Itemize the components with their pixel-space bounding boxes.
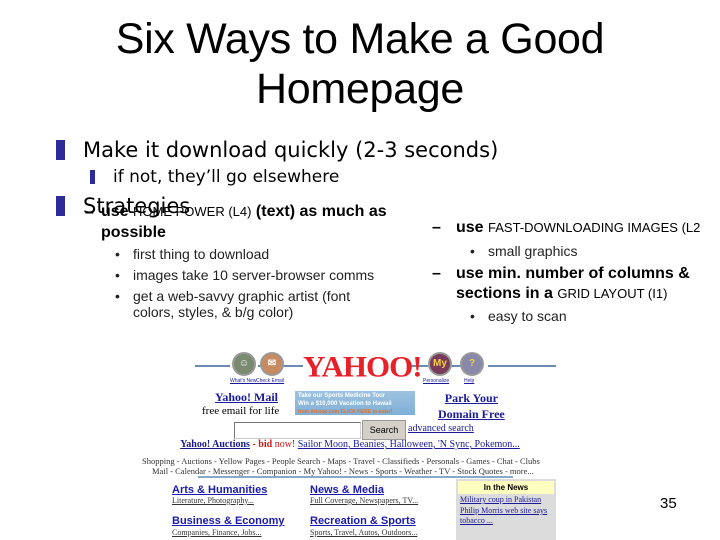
in-the-news-panel: In the News Military coup in Pakistan Ph…: [456, 479, 556, 540]
nav-row-2[interactable]: Mail - Calendar - Messenger - Companion …: [152, 466, 560, 476]
category-recreation-sports[interactable]: Recreation & Sports: [310, 515, 416, 527]
now-text: now!: [272, 439, 296, 450]
left-item-suffix: (text) as much as: [251, 203, 387, 220]
check-email-link[interactable]: Check Email: [256, 378, 284, 384]
dash-marker: –: [85, 204, 94, 221]
whats-new-link[interactable]: What's New: [230, 378, 257, 384]
help-icon[interactable]: ?: [460, 352, 484, 376]
park-domain-link[interactable]: Park Your Domain Free: [438, 390, 505, 422]
dot-marker: •: [470, 308, 475, 324]
dot-marker: •: [115, 267, 120, 283]
dot-marker: •: [115, 288, 120, 304]
sub-bullet-icon: [90, 170, 95, 184]
left-item-caps: HOME POWER (L4): [133, 204, 252, 219]
left-item-line2: possible: [101, 224, 166, 241]
category-recreation-sub[interactable]: Sports, Travel, Autos, Outdoors...: [310, 528, 417, 537]
nav-row-1[interactable]: Shopping - Auctions - Yellow Pages - Peo…: [142, 456, 560, 466]
yahoo-logo[interactable]: YAHOO!: [303, 350, 423, 384]
left-item-home-power: use HOME POWER (L4) (text) as much as: [101, 202, 387, 222]
banner-line-1: Take our Sports Medicine Tour: [298, 393, 386, 399]
bullet-square-icon: [56, 140, 65, 160]
right-item2-bold: sections in a: [456, 285, 558, 302]
auction-topics-links[interactable]: Sailor Moon, Beanies, Halloween, 'N Sync…: [298, 439, 520, 450]
park-line-2: Domain Free: [438, 407, 505, 421]
category-arts-humanities[interactable]: Arts & Humanities: [172, 484, 267, 496]
yahoo-homepage-screenshot: ☺ ✉ My ? What's New Check Email Personal…: [140, 345, 560, 540]
right-sub-text: small graphics: [488, 243, 578, 259]
banner-line-2: Win a $10,000 Vacation to Hawaii: [298, 401, 392, 407]
title-line-2: Homepage: [256, 65, 464, 113]
category-arts-sub[interactable]: Literature, Photography...: [172, 496, 254, 505]
category-business-sub[interactable]: Companies, Finance, Jobs...: [172, 528, 262, 537]
decor-line: [488, 365, 556, 367]
page-number: 35: [660, 495, 677, 512]
yahoo-mail-tagline: free email for life: [202, 405, 280, 417]
yahoo-mail-link[interactable]: Yahoo! Mail: [215, 390, 278, 405]
bullet-square-icon: [56, 196, 65, 216]
right-item2-caps: GRID LAYOUT (I1): [557, 286, 668, 301]
banner-line-3: from drkoop.com CLICK HERE to enter!: [298, 409, 393, 415]
slide-title: Six Ways to Make a Good Homepage: [0, 14, 720, 114]
left-sub-text: images take 10 server-browser comms: [133, 267, 375, 283]
right-sub-text: easy to scan: [488, 308, 567, 324]
right-item-grid-line1: use min. number of columns &: [456, 265, 690, 282]
divider: [198, 476, 513, 478]
advanced-search-link[interactable]: advanced search: [408, 423, 474, 434]
personalize-link[interactable]: Personalize: [423, 378, 449, 384]
dash-marker: –: [432, 265, 441, 282]
auctions-row: Yahoo! Auctions - bid now! Sailor Moon, …: [140, 439, 560, 450]
news-item[interactable]: Military coup in Pakistan: [456, 494, 556, 505]
bid-text: bid: [258, 439, 273, 450]
right-item-grid-line2: sections in a GRID LAYOUT (I1): [456, 284, 667, 304]
category-news-sub[interactable]: Full Coverage, Newspapers, TV...: [310, 496, 418, 505]
whats-new-icon[interactable]: ☺: [232, 352, 256, 376]
title-line-1: Six Ways to Make a Good: [115, 15, 605, 63]
yahoo-search-button[interactable]: Search: [362, 420, 406, 440]
dot-marker: •: [470, 243, 475, 259]
dash-marker: –: [432, 219, 441, 236]
category-news-media[interactable]: News & Media: [310, 484, 384, 496]
news-item[interactable]: Philip Morris web site says tobacco ...: [456, 505, 556, 526]
right-item-caps: FAST-DOWNLOADING IMAGES (L2: [488, 220, 701, 235]
yahoo-search-input[interactable]: [234, 422, 361, 439]
park-line-1: Park Your: [444, 391, 498, 405]
left-sub-text: first thing to download: [133, 246, 270, 262]
left-sub-text: colors, styles, & b/g color): [133, 304, 294, 320]
check-email-icon[interactable]: ✉: [260, 352, 284, 376]
dot-marker: •: [115, 246, 120, 262]
right-item-fast-images: use FAST-DOWNLOADING IMAGES (L2: [456, 218, 700, 238]
sports-medicine-banner[interactable]: Take our Sports Medicine Tour Win a $10,…: [295, 391, 415, 415]
bullet-go-elsewhere: if not, they’ll go elsewhere: [113, 167, 340, 187]
in-the-news-header: In the News: [458, 481, 554, 494]
decor-line: [195, 365, 230, 367]
category-business-economy[interactable]: Business & Economy: [172, 515, 284, 527]
left-item-prefix: use: [101, 203, 134, 220]
help-link[interactable]: Help: [464, 378, 474, 384]
bullet-download-quickly: Make it download quickly (2-3 seconds): [83, 138, 499, 162]
yahoo-auctions-link[interactable]: Yahoo! Auctions: [180, 439, 250, 450]
personalize-icon[interactable]: My: [428, 352, 452, 376]
right-item-prefix: use: [456, 219, 489, 236]
